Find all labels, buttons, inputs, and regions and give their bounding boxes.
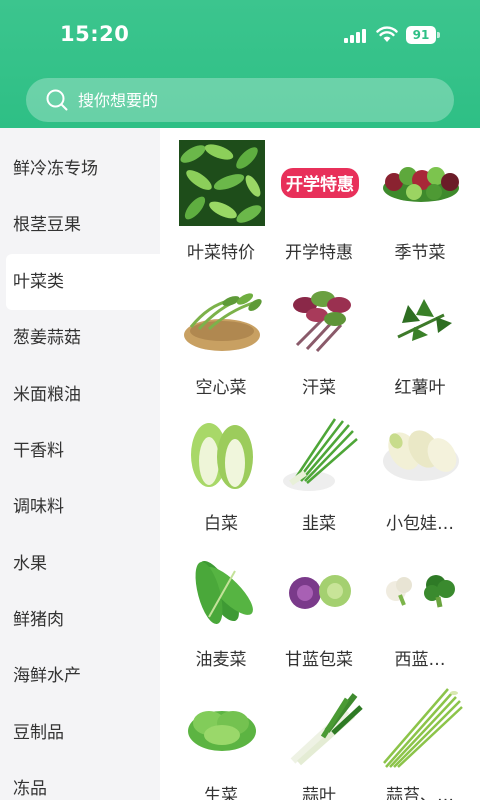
category-sidebar: 鲜冷冻专场 根茎豆果 叶菜类 葱姜蒜菇 米面粮油 干香料 调味料 水果 鲜猪肉 … <box>0 128 160 800</box>
garlic-scape-photo-icon <box>383 688 463 768</box>
sidebar-item-label: 根茎豆果 <box>13 215 81 235</box>
product-tile[interactable]: 开学特惠 开学特惠 <box>269 128 369 263</box>
header: 15:20 91 <box>0 0 480 128</box>
product-label: 叶菜特价 <box>187 243 255 263</box>
product-tile[interactable]: 韭菜 <box>269 399 369 534</box>
product-tile[interactable]: 油麦菜 <box>171 535 271 670</box>
product-label: 空心菜 <box>195 378 247 398</box>
product-label: 白菜 <box>204 514 238 534</box>
romaine-lettuce-photo-icon <box>195 560 253 625</box>
sidebar-item-label: 冻品 <box>13 779 47 799</box>
product-label: 蒜叶 <box>302 786 336 800</box>
product-grid: 叶菜特价 开学特惠 开学特惠 季节菜 空心菜 汗菜 红薯叶 白菜 韭菜 小包娃…… <box>160 128 480 800</box>
product-label: 汗菜 <box>302 378 336 398</box>
search-bar[interactable] <box>26 78 454 122</box>
sidebar-item-grain-oil[interactable]: 米面粮油 <box>0 367 160 423</box>
water-spinach-photo-icon <box>184 293 262 351</box>
product-tile[interactable]: 白菜 <box>171 399 271 534</box>
sidebar-item-tofu[interactable]: 豆制品 <box>0 705 160 761</box>
sidebar-item-label: 鲜猪肉 <box>13 610 64 630</box>
baby-cabbage-photo-icon <box>383 430 459 481</box>
product-tile[interactable]: 甘蓝包菜 <box>269 535 369 670</box>
sidebar-item-label: 葱姜蒜菇 <box>13 328 81 348</box>
product-tile[interactable]: 蒜苔、… <box>370 671 470 800</box>
product-label: 生菜 <box>204 786 238 800</box>
search-input[interactable] <box>78 78 438 122</box>
sidebar-item-label: 调味料 <box>13 497 64 517</box>
product-tile[interactable]: 蒜叶 <box>269 671 369 800</box>
product-label: 韭菜 <box>302 514 336 534</box>
sidebar-item-label: 海鲜水产 <box>13 666 81 686</box>
sidebar-item-label: 水果 <box>13 554 47 574</box>
product-tile[interactable]: 汗菜 <box>269 263 369 398</box>
product-label: 季节菜 <box>394 243 446 263</box>
sidebar-item-fruit[interactable]: 水果 <box>0 536 160 592</box>
sidebar-item-label: 干香料 <box>13 441 64 461</box>
product-tile[interactable]: 红薯叶 <box>370 263 470 398</box>
chives-photo-icon <box>283 418 358 491</box>
battery-level: 91 <box>406 26 436 44</box>
sidebar-item-seafood[interactable]: 海鲜水产 <box>0 648 160 704</box>
napa-cabbage-photo-icon <box>191 423 253 489</box>
product-label: 油麦菜 <box>195 650 247 670</box>
sidebar-item-roots-beans[interactable]: 根茎豆果 <box>0 197 160 253</box>
battery-icon: 91 <box>406 26 440 44</box>
product-tile[interactable]: 季节菜 <box>370 128 470 263</box>
battery-tip <box>437 32 440 38</box>
product-tile[interactable]: 小包娃… <box>370 399 470 534</box>
broccoli-photo-icon <box>386 575 455 608</box>
sidebar-item-label: 叶菜类 <box>13 272 64 292</box>
product-label: 小包娃… <box>386 514 454 534</box>
sidebar-item-fresh-pork[interactable]: 鲜猪肉 <box>0 592 160 648</box>
sidebar-item-dry-spices[interactable]: 干香料 <box>0 423 160 479</box>
sidebar-item-seasoning[interactable]: 调味料 <box>0 479 160 535</box>
product-tile[interactable]: 空心菜 <box>171 263 271 398</box>
cabbage-photo-icon <box>289 575 351 609</box>
product-tile[interactable]: 叶菜特价 <box>171 128 271 263</box>
seasonal-veg-photo-icon <box>383 167 459 202</box>
sidebar-item-frozen[interactable]: 冻品 <box>0 761 160 800</box>
sidebar-item-onion-ginger-garlic[interactable]: 葱姜蒜菇 <box>0 310 160 366</box>
amaranth-photo-icon <box>293 291 351 353</box>
lettuce-photo-icon <box>188 711 256 751</box>
product-tile[interactable]: 生菜 <box>171 671 271 800</box>
status-bar: 15:20 91 <box>0 0 480 70</box>
product-label: 开学特惠 <box>285 243 353 263</box>
leafy-greens-photo-icon <box>179 140 265 226</box>
product-label: 西蓝… <box>394 650 446 670</box>
status-time: 15:20 <box>60 22 130 46</box>
sidebar-item-label: 豆制品 <box>13 723 64 743</box>
sidebar-item-label: 米面粮油 <box>13 385 81 405</box>
product-tile[interactable]: 西蓝… <box>370 535 470 670</box>
product-label: 蒜苔、… <box>386 786 454 800</box>
product-label: 红薯叶 <box>394 378 446 398</box>
wifi-icon <box>376 26 398 42</box>
sweet-potato-leaf-photo-icon <box>397 299 452 341</box>
promo-badge-text: 开学特惠 <box>286 174 354 195</box>
garlic-leaf-photo-icon <box>290 693 363 766</box>
product-label: 甘蓝包菜 <box>285 650 353 670</box>
back-to-school-promo-badge-icon: 开学特惠 <box>281 168 359 198</box>
sidebar-item-label: 鲜冷冻专场 <box>13 159 98 179</box>
sidebar-item-leafy-greens[interactable]: 叶菜类 <box>6 254 160 310</box>
search-icon <box>46 89 68 111</box>
cellular-signal-icon <box>344 29 368 43</box>
sidebar-item-frozen-special[interactable]: 鲜冷冻专场 <box>0 141 160 197</box>
